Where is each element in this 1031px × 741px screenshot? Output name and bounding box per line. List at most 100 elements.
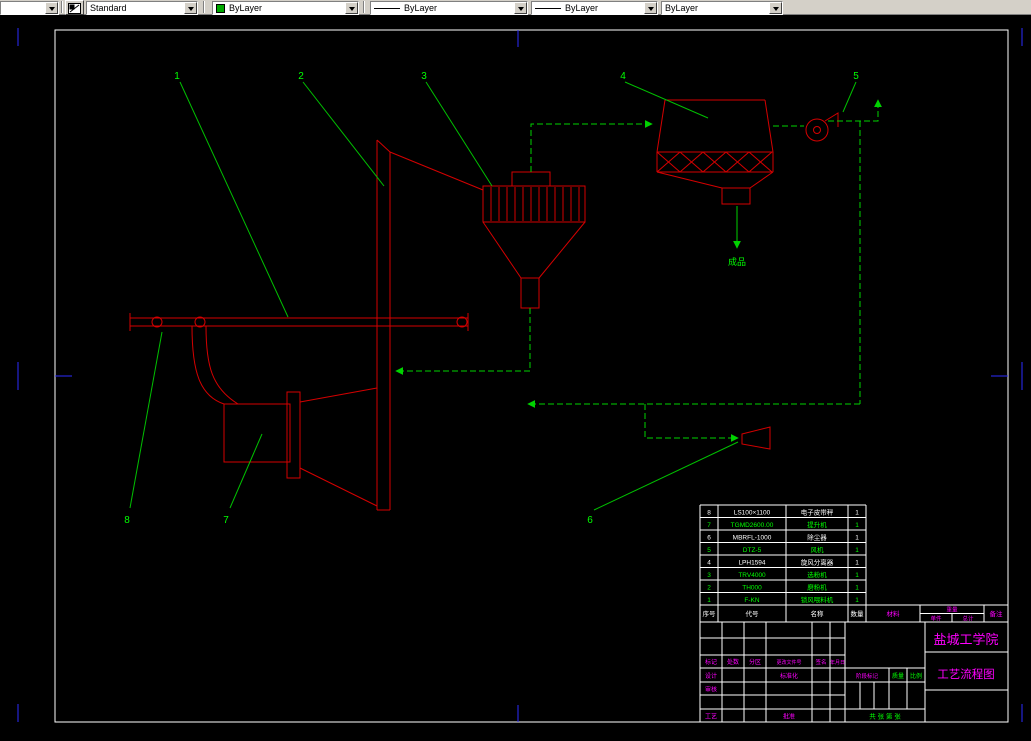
plotstyle-combo-value: ByLayer (665, 3, 699, 13)
label-design: 设计 (705, 672, 717, 680)
linetype-combo-field: ByLayer (371, 2, 514, 14)
belt-conveyor (129, 313, 469, 331)
school-name: 盐城工学院 (933, 632, 998, 647)
color-combo-field: ByLayer (213, 2, 345, 14)
chevron-down-icon[interactable] (184, 2, 197, 14)
layer-combo-value (1, 2, 45, 14)
part-name: 旋风分离器 (801, 558, 834, 567)
color-combo-value: ByLayer (229, 3, 263, 13)
part-name: 锁风喂料机 (801, 595, 834, 604)
label-mark: 标记 (705, 658, 717, 666)
fan (805, 112, 839, 142)
toolbar: Standard ByLayer ByLayer ByLayer ByLayer (0, 0, 1031, 15)
label-process: 工艺 (705, 713, 717, 721)
callout-6: 6 (587, 515, 593, 526)
cad-viewport: 成品 1 2 3 4 5 6 7 8 8 LS100×1100 电子皮带秤 1 … (17, 28, 1023, 723)
part-qty: 1 (855, 547, 859, 554)
part-no: 7 (707, 522, 711, 529)
header-material: 材料 (887, 609, 901, 618)
callout-4: 4 (620, 71, 626, 82)
part-code: LS100×1100 (734, 510, 771, 517)
flow-branch-to-nozzle (644, 404, 739, 442)
color-combo[interactable]: ByLayer (212, 1, 359, 15)
header-remark: 备注 (990, 609, 1004, 618)
flow-lines (395, 99, 882, 442)
toolbar-separator (203, 1, 205, 13)
chevron-glyph (772, 6, 779, 14)
chevron-glyph (187, 6, 194, 14)
part-name: 除尘器 (807, 533, 827, 542)
color-swatch-icon (216, 3, 225, 13)
part-code: MBRFL-1000 (733, 535, 772, 542)
layout-marks (17, 28, 1023, 722)
chevron-down-icon[interactable] (769, 2, 782, 14)
flow-cyclone-to-filter (530, 120, 653, 172)
label-zone: 分区 (749, 658, 761, 666)
label-sheets: 共 张 第 张 (869, 712, 901, 721)
text-style-button[interactable] (65, 0, 84, 15)
lineweight-glyph-icon (535, 7, 561, 9)
part-code: TRV4000 (738, 572, 766, 579)
linetype-combo[interactable]: ByLayer (370, 1, 528, 15)
text-style-value: Standard (90, 3, 127, 13)
product-label: 成品 (728, 256, 746, 267)
chevron-down-icon[interactable] (644, 2, 657, 14)
part-name: 风机 (811, 545, 825, 554)
parts-table-rows: 8 LS100×1100 电子皮带秤 1 7 TGMD2600.00 提升机 1… (707, 508, 859, 605)
label-standardize: 标准化 (780, 672, 798, 680)
mill-feed-pipe (191, 325, 239, 405)
cyclone-separator (482, 171, 586, 309)
chevron-down-icon[interactable] (45, 2, 58, 14)
callout-numbers: 1 2 3 4 5 6 7 8 (124, 71, 859, 526)
header-no: 序号 (703, 609, 717, 618)
part-code: F-KN (744, 597, 759, 604)
part-no: 6 (707, 535, 711, 542)
text-style-combo[interactable]: Standard (86, 1, 198, 15)
drawing-canvas[interactable]: 成品 1 2 3 4 5 6 7 8 8 LS100×1100 电子皮带秤 1 … (0, 15, 1031, 736)
label-approve: 批准 (783, 713, 795, 721)
part-qty: 1 (855, 535, 859, 542)
part-no: 2 (707, 585, 711, 592)
header-code: 代号 (746, 609, 760, 618)
part-code: TH000 (742, 585, 762, 592)
part-name: 提升机 (807, 520, 827, 529)
chevron-down-icon[interactable] (514, 2, 527, 14)
part-no: 8 (707, 510, 711, 517)
label-mass: 质量 (892, 672, 904, 680)
plotstyle-combo[interactable]: ByLayer (661, 1, 783, 15)
autocad-window: { "toolbar": { "layer_combo_value": "", … (0, 0, 1031, 736)
callout-7: 7 (223, 515, 229, 526)
chevron-down-icon[interactable] (345, 2, 358, 14)
chevron-glyph (517, 6, 524, 14)
callout-8: 8 (124, 515, 130, 526)
part-qty: 1 (855, 572, 859, 579)
bag-filter (656, 99, 774, 205)
header-weight: 重量 (946, 606, 958, 614)
riser-duct (376, 139, 484, 511)
spray-nozzle (741, 426, 771, 450)
lineweight-combo-field: ByLayer (532, 2, 644, 14)
part-no: 4 (707, 560, 711, 567)
chevron-glyph (348, 6, 355, 14)
label-change-doc: 更改文件号 (776, 659, 801, 666)
label-date: 年月日 (830, 659, 845, 666)
toolbar-separator (61, 1, 63, 13)
callout-3: 3 (421, 71, 427, 82)
callout-5: 5 (853, 71, 859, 82)
part-qty: 1 (855, 510, 859, 517)
chevron-glyph (48, 6, 55, 14)
layer-combo[interactable] (0, 1, 59, 15)
drawing-title: 工艺流程图 (937, 667, 995, 681)
linetype-combo-value: ByLayer (404, 3, 438, 13)
part-qty: 1 (855, 522, 859, 529)
label-check: 审核 (705, 686, 717, 694)
part-code: LPH1594 (738, 560, 765, 567)
part-name: 选粉机 (807, 570, 827, 579)
toolbar-separator (363, 1, 365, 13)
chevron-glyph (647, 6, 654, 14)
lineweight-combo[interactable]: ByLayer (531, 1, 658, 15)
part-name: 磨粉机 (807, 583, 827, 592)
part-no: 3 (707, 572, 711, 579)
part-name: 电子皮带秤 (801, 508, 834, 517)
flow-fan-vent (828, 99, 882, 122)
